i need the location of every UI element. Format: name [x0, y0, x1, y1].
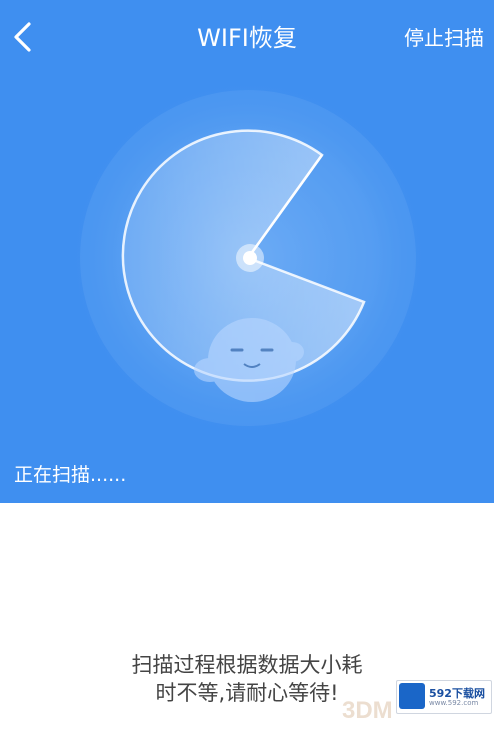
- watermark-3dm: 3DM: [342, 697, 393, 724]
- radar-scanner: [68, 78, 428, 438]
- watermark-site: www.592.com: [429, 699, 479, 707]
- scan-status-text: 正在扫描......: [14, 464, 127, 486]
- scan-panel: WIFI恢复 停止扫描 正在扫描......: [0, 0, 494, 503]
- watermark-badge: 592下载网 www.592.com: [396, 680, 492, 714]
- watermark-logo-icon: [399, 683, 425, 709]
- scan-tip-line1: 扫描过程根据数据大小耗: [131, 653, 363, 677]
